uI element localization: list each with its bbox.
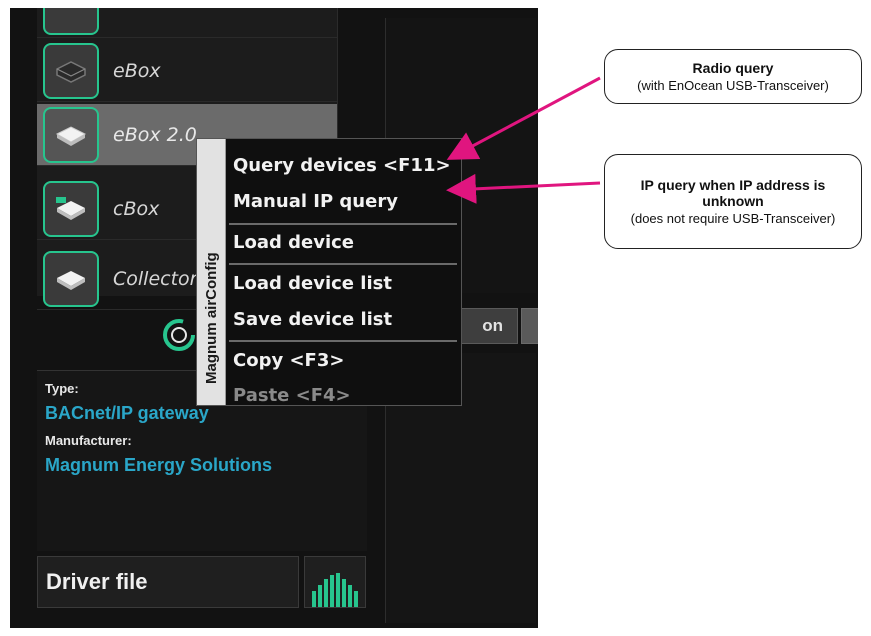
annotation-arrows (446, 76, 601, 204)
arrow-ip-query (446, 173, 601, 204)
arrow-radio-query (446, 76, 601, 160)
